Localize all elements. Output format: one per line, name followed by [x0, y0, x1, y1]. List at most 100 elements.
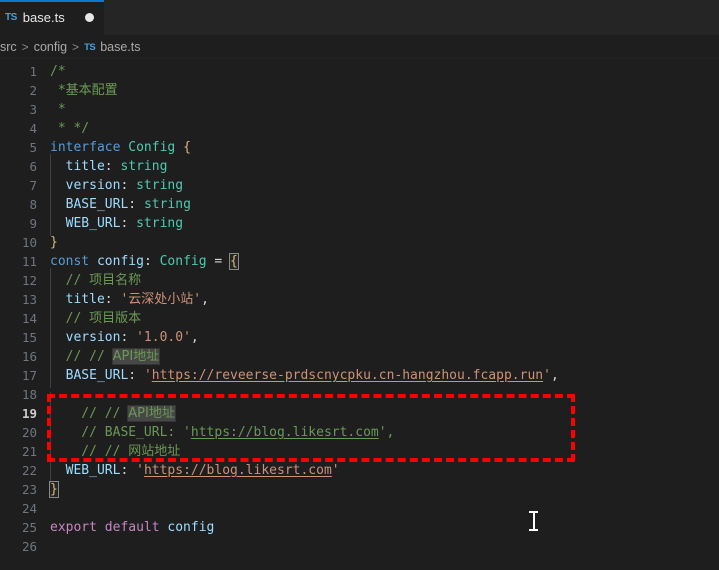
- code-lines-container[interactable]: 1/* 2 *基本配置 3 * 4 * */5 interface Config {6 …: [0, 59, 719, 556]
- code-line-18[interactable]: 18: [0, 385, 719, 404]
- code-editor[interactable]: 1/* 2 *基本配置 3 * 4 * */5 interface Config {6 …: [0, 59, 719, 570]
- code-token: '1.0.0': [136, 330, 191, 345]
- code-line-11[interactable]: 11 const config: Config = {: [0, 252, 719, 271]
- code-line-22[interactable]: 22 WEB_URL: 'https://blog.likesrt.com': [0, 458, 719, 483]
- code-text[interactable]: version: string: [37, 173, 183, 198]
- code-token: https://blog.likesrt.com: [190, 425, 379, 440]
- code-token: ': [136, 463, 144, 478]
- tab-base-ts[interactable]: TS base.ts: [0, 0, 105, 35]
- unsaved-changes-dot[interactable]: [84, 13, 94, 22]
- code-line-2[interactable]: 2 *基本配置: [0, 81, 719, 100]
- code-line-23[interactable]: 23}: [0, 480, 719, 499]
- code-token: ': [193, 292, 202, 307]
- code-text[interactable]: }: [37, 233, 58, 252]
- code-text[interactable]: // // 网站地址: [37, 439, 180, 464]
- code-token: string: [136, 216, 184, 231]
- code-line-10[interactable]: 10}: [0, 233, 719, 252]
- code-token: version: [65, 330, 121, 345]
- line-number: 7: [29, 178, 37, 193]
- code-token: Config: [128, 140, 176, 155]
- code-text[interactable]: WEB_URL: 'https://blog.likesrt.com': [37, 458, 340, 483]
- code-token: ': [331, 463, 340, 478]
- code-line-8[interactable]: 8 BASE_URL: string: [0, 192, 719, 217]
- code-text[interactable]: BASE_URL: string: [37, 192, 191, 217]
- tab-label: base.ts: [22, 10, 65, 25]
- code-token: ,: [550, 368, 559, 383]
- code-text[interactable]: title: '云深处小站',: [37, 287, 209, 312]
- code-line-4[interactable]: 4 * */: [0, 119, 719, 138]
- code-token: 项目版本: [89, 311, 142, 326]
- code-text[interactable]: }: [37, 480, 59, 499]
- code-text[interactable]: *基本配置: [37, 81, 118, 100]
- code-token: =: [206, 254, 231, 269]
- code-line-1[interactable]: 1 /*: [0, 62, 719, 81]
- line-number: 9: [29, 216, 37, 231]
- line-number: 24: [21, 501, 37, 516]
- chevron-right-icon: >: [72, 40, 80, 54]
- code-text[interactable]: BASE_URL: 'https://reveerse-prdscnycpku.…: [37, 363, 559, 388]
- code-line-13[interactable]: 13 title: '云深处小站',: [0, 287, 719, 312]
- code-line-25[interactable]: 25 export default config: [0, 518, 719, 537]
- code-text[interactable]: title: string: [37, 154, 167, 179]
- code-token: :: [120, 463, 137, 478]
- code-token: :: [128, 197, 144, 212]
- code-token: //: [50, 311, 90, 326]
- breadcrumb: src > config > TS base.ts: [0, 36, 719, 59]
- code-text[interactable]: const config: Config = {: [37, 252, 239, 271]
- code-text[interactable]: interface Config {: [37, 138, 191, 157]
- typescript-file-icon: TS: [5, 12, 17, 23]
- line-number: 22: [21, 463, 37, 478]
- code-token: 项目名称: [89, 273, 142, 288]
- line-number: 6: [29, 159, 37, 174]
- code-text[interactable]: *: [37, 100, 66, 119]
- code-text[interactable]: // 项目版本: [37, 306, 142, 331]
- code-token: Config: [159, 254, 207, 269]
- code-line-14[interactable]: 14 // 项目版本: [0, 306, 719, 331]
- code-text[interactable]: WEB_URL: string: [37, 211, 184, 236]
- code-line-5[interactable]: 5 interface Config {: [0, 138, 719, 157]
- code-token: }: [49, 481, 59, 498]
- code-line-17[interactable]: 17 BASE_URL: 'https://reveerse-prdscnycp…: [0, 363, 719, 388]
- code-line-20[interactable]: 20 // BASE_URL: 'https://blog.likesrt.co…: [0, 420, 719, 445]
- code-text[interactable]: export default config: [37, 518, 214, 537]
- code-token: const: [50, 254, 97, 269]
- code-text[interactable]: // // API地址: [37, 344, 161, 369]
- code-line-19[interactable]: 19 // // API地址: [0, 401, 719, 426]
- code-text[interactable]: // // API地址: [37, 401, 176, 426]
- code-text[interactable]: * */: [37, 119, 89, 138]
- code-line-16[interactable]: 16 // // API地址: [0, 344, 719, 369]
- code-line-12[interactable]: 12 // 项目名称: [0, 268, 719, 293]
- code-token: interface: [50, 140, 129, 155]
- code-text[interactable]: // BASE_URL: 'https://blog.likesrt.com',: [37, 420, 394, 445]
- code-token: API地址: [111, 348, 161, 365]
- code-line-7[interactable]: 7 version: string: [0, 173, 719, 198]
- code-line-6[interactable]: 6 title: string: [0, 154, 719, 179]
- line-number: 20: [21, 425, 37, 440]
- code-line-9[interactable]: 9 WEB_URL: string: [0, 211, 719, 236]
- breadcrumb-item-config[interactable]: config: [34, 40, 67, 54]
- code-text[interactable]: version: '1.0.0',: [37, 325, 199, 350]
- code-token: ': [543, 368, 551, 383]
- line-number: 3: [29, 102, 37, 117]
- code-line-15[interactable]: 15 version: '1.0.0',: [0, 325, 719, 350]
- code-line-3[interactable]: 3 *: [0, 100, 719, 119]
- code-line-24[interactable]: 24: [0, 499, 719, 518]
- code-line-21[interactable]: 21 // // 网站地址: [0, 439, 719, 464]
- code-text[interactable]: // 项目名称: [37, 268, 142, 293]
- code-line-26[interactable]: 26: [0, 537, 719, 556]
- breadcrumb-item-src[interactable]: src: [0, 40, 17, 54]
- code-token: :: [120, 178, 137, 193]
- code-token: :: [104, 292, 121, 307]
- line-number: 10: [21, 235, 37, 250]
- code-token: BASE_URL: [65, 197, 129, 212]
- line-number: 18: [21, 387, 37, 402]
- tab-bar-empty-space: [105, 0, 719, 35]
- line-number: 4: [29, 121, 37, 136]
- line-number: 23: [21, 482, 37, 497]
- code-text[interactable]: /*: [37, 62, 66, 81]
- breadcrumb-item-file[interactable]: base.ts: [100, 40, 140, 54]
